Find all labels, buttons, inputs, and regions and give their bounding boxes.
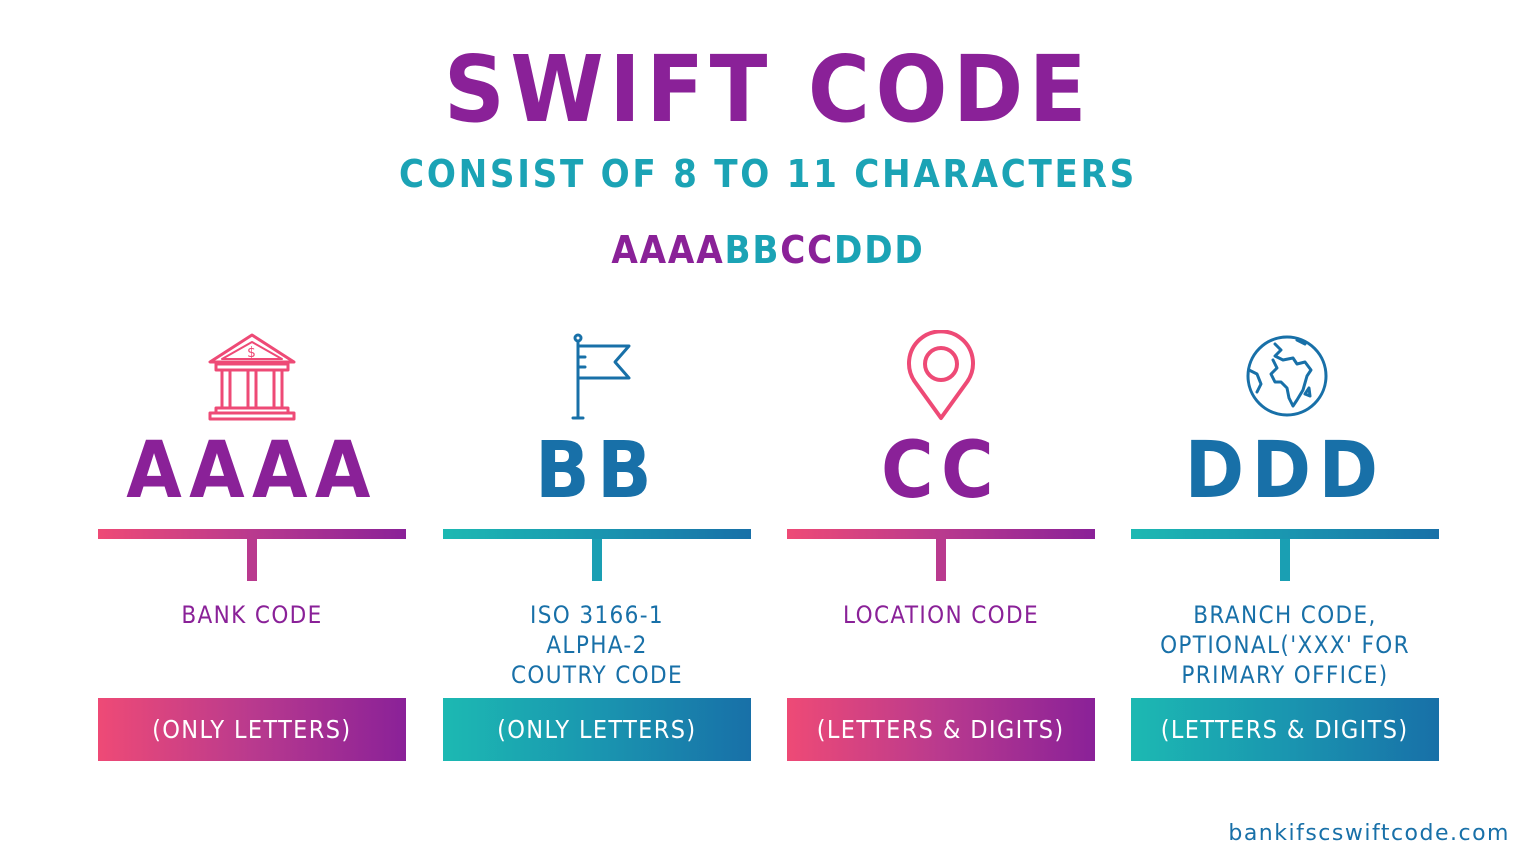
section-label: BRANCH CODE, OPTIONAL('XXX' FOR PRIMARY … bbox=[1146, 600, 1423, 690]
code-letters: CC bbox=[880, 426, 1002, 516]
section-label: LOCATION CODE bbox=[843, 601, 1039, 629]
pattern-part-location: CC bbox=[780, 228, 835, 272]
website-link[interactable]: bankifscswiftcode.com bbox=[1228, 821, 1510, 846]
character-type-badge: (LETTERS & DIGITS) bbox=[787, 698, 1095, 761]
pattern-part-bank: AAAA bbox=[611, 228, 725, 272]
label-line: ISO 3166-1 bbox=[530, 601, 664, 629]
bank-icon: $ bbox=[202, 330, 302, 425]
code-letters: DDD bbox=[1184, 426, 1386, 516]
character-type-badge: (ONLY LETTERS) bbox=[443, 698, 751, 761]
code-letters: AAAA bbox=[126, 426, 378, 516]
code-letters: BB bbox=[534, 426, 660, 516]
divider-stem bbox=[936, 539, 946, 581]
section-label: ISO 3166-1 ALPHA-2 COUTRY CODE bbox=[458, 600, 735, 690]
label-line: PRIMARY OFFICE) bbox=[1181, 661, 1389, 689]
character-type-badge: (ONLY LETTERS) bbox=[98, 698, 406, 761]
character-type-text: (ONLY LETTERS) bbox=[152, 715, 352, 744]
character-type-text: (LETTERS & DIGITS) bbox=[1161, 715, 1409, 744]
label-line: OPTIONAL('XXX' FOR bbox=[1160, 631, 1410, 659]
svg-text:$: $ bbox=[247, 345, 256, 361]
character-type-badge: (LETTERS & DIGITS) bbox=[1131, 698, 1439, 761]
code-pattern: AAAABBCCDDD bbox=[77, 228, 1459, 272]
location-pin-icon bbox=[891, 329, 991, 425]
pattern-part-branch: DDD bbox=[834, 228, 925, 272]
globe-icon bbox=[1235, 330, 1335, 425]
divider-stem bbox=[247, 539, 257, 581]
label-line: BRANCH CODE, bbox=[1193, 601, 1377, 629]
divider-stem bbox=[1280, 539, 1290, 581]
page-title: SWIFT CODE bbox=[443, 36, 1093, 143]
character-type-text: (ONLY LETTERS) bbox=[497, 715, 697, 744]
label-line: ALPHA-2 bbox=[546, 631, 648, 659]
section-label: BANK CODE bbox=[181, 601, 323, 629]
divider-stem bbox=[592, 539, 602, 581]
label-line: COUTRY CODE bbox=[510, 661, 683, 689]
character-type-text: (LETTERS & DIGITS) bbox=[817, 715, 1065, 744]
pattern-part-country: BB bbox=[724, 228, 781, 272]
divider-bar bbox=[787, 529, 1095, 539]
divider-bar bbox=[443, 529, 751, 539]
divider-bar bbox=[98, 529, 406, 539]
flag-icon bbox=[547, 330, 647, 425]
divider-bar bbox=[1131, 529, 1439, 539]
subtitle: CONSIST OF 8 TO 11 CHARACTERS bbox=[399, 152, 1137, 196]
